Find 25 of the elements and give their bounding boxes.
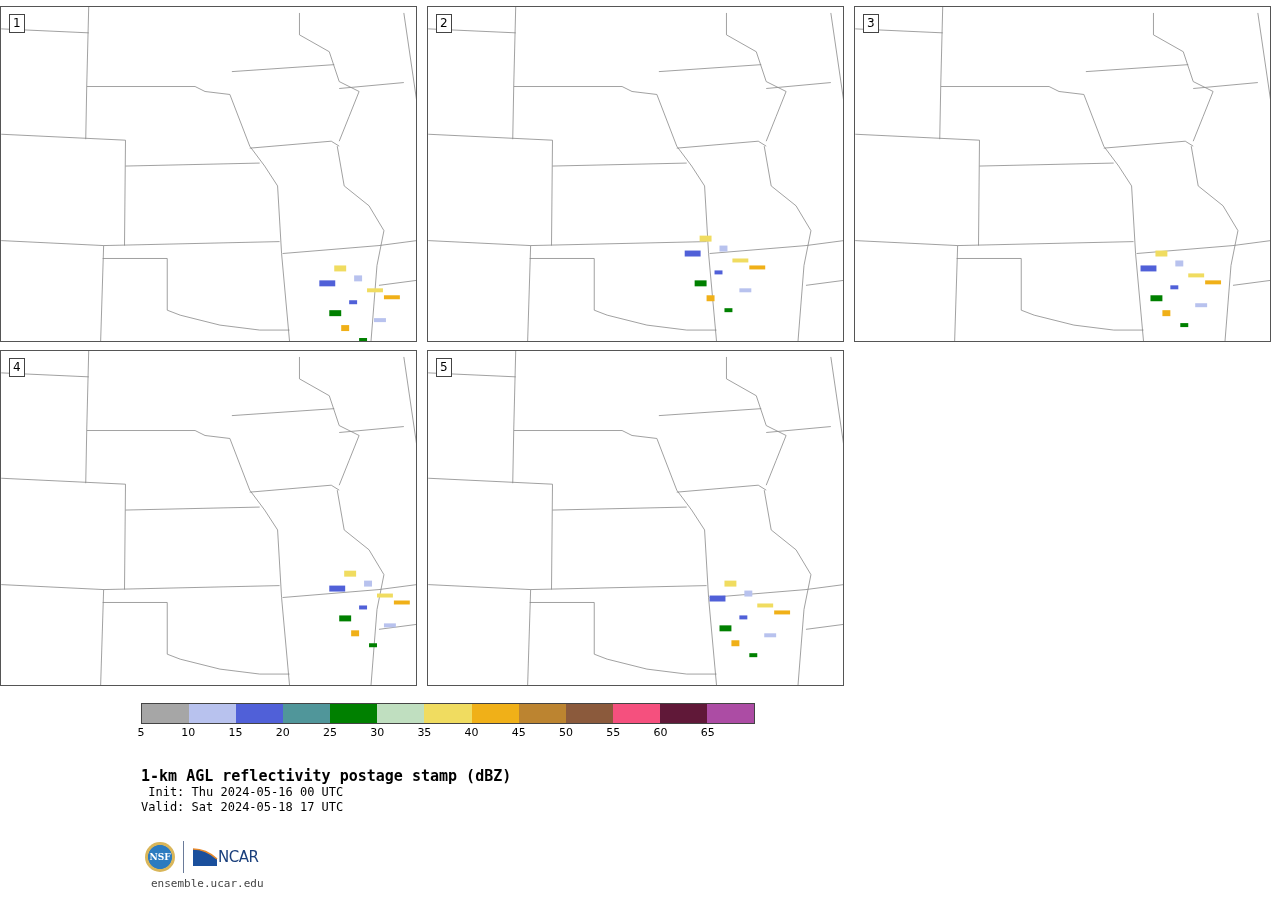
tick-label: 40 xyxy=(464,726,479,739)
tick-label: 20 xyxy=(275,726,290,739)
tick-label: 65 xyxy=(700,726,715,739)
tick-label: 15 xyxy=(228,726,243,739)
tick-label: 35 xyxy=(417,726,432,739)
swoosh-icon xyxy=(192,847,218,867)
tick-label: 10 xyxy=(181,726,196,739)
init-time: Init: Thu 2024-05-16 00 UTC xyxy=(147,785,345,800)
tick-label: 50 xyxy=(559,726,574,739)
valid-time: Valid: Sat 2024-05-18 17 UTC xyxy=(141,800,345,815)
site-url: ensemble.ucar.edu xyxy=(151,877,265,890)
tick-label: 60 xyxy=(653,726,668,739)
chart-title: 1-km AGL reflectivity postage stamp (dBZ) xyxy=(141,768,513,785)
panel-number: 1 xyxy=(9,14,25,33)
tick-label: 5 xyxy=(137,726,145,739)
panel-number: 3 xyxy=(863,14,879,33)
tick-label: 45 xyxy=(511,726,526,739)
nsf-logo: NSF xyxy=(145,842,175,872)
panel-number: 5 xyxy=(436,358,452,377)
ncar-logo-text: NCAR xyxy=(218,848,259,866)
tick-label: 30 xyxy=(370,726,385,739)
tick-label: 25 xyxy=(322,726,337,739)
panel-number: 4 xyxy=(9,358,25,377)
panel-number: 2 xyxy=(436,14,452,33)
tick-label: 55 xyxy=(606,726,621,739)
